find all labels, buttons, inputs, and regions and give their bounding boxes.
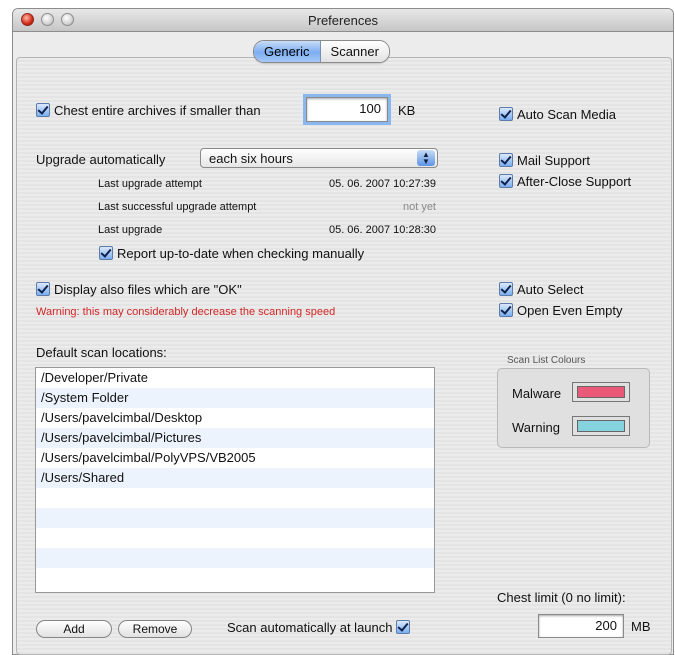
tab-bar: Generic Scanner [253, 40, 390, 63]
open-even-empty-label: Open Even Empty [517, 303, 623, 318]
tab-generic[interactable]: Generic [254, 41, 321, 62]
scan-list-colours-group [497, 368, 650, 448]
mail-support-checkbox[interactable] [499, 153, 513, 167]
colours-group-title: Scan List Colours [507, 355, 586, 366]
auto-scan-media-option[interactable]: Auto Scan Media [499, 107, 616, 122]
last-upgrade-label: Last upgrade [98, 224, 163, 236]
after-close-support-checkbox[interactable] [499, 174, 513, 188]
scan-at-launch-label: Scan automatically at launch [227, 620, 393, 635]
chest-limit-label: Chest limit (0 no limit): [497, 590, 626, 605]
display-ok-label: Display also files which are "OK" [54, 282, 242, 297]
popup-arrows-icon: ▲ ▼ [417, 150, 435, 166]
report-up-to-date-option[interactable]: Report up-to-date when checking manually [99, 246, 364, 261]
warning-color-fill [577, 420, 625, 432]
malware-color-well[interactable] [572, 382, 630, 402]
malware-color-label: Malware [512, 386, 562, 401]
chest-archives-checkbox[interactable] [36, 103, 50, 117]
list-item[interactable]: /Developer/Private [36, 368, 434, 388]
chest-limit-input[interactable]: 200 [538, 614, 624, 638]
report-up-to-date-checkbox[interactable] [99, 246, 113, 260]
remove-button[interactable]: Remove [118, 620, 192, 638]
empty-list-row[interactable] [36, 548, 434, 568]
scan-at-launch-checkbox[interactable] [396, 620, 411, 634]
last-upgrade-value: 05. 06. 2007 10:28:30 [328, 224, 436, 236]
upgrade-frequency-select[interactable]: each six hours ▲ ▼ [200, 148, 438, 168]
last-success-value: not yet [402, 201, 436, 213]
auto-scan-media-label: Auto Scan Media [517, 107, 617, 122]
empty-list-row[interactable] [36, 568, 434, 588]
malware-color-fill [577, 386, 625, 398]
after-close-support-option[interactable]: After-Close Support [499, 174, 631, 189]
speed-warning-text: Warning: this may considerably decrease … [36, 306, 336, 318]
upgrade-label: Upgrade automatically [36, 152, 166, 167]
add-button[interactable]: Add [36, 620, 112, 638]
auto-select-option[interactable]: Auto Select [499, 282, 584, 297]
list-item[interactable]: /Users/pavelcimbal/Pictures [36, 428, 434, 448]
mail-support-option[interactable]: Mail Support [499, 153, 590, 168]
display-ok-checkbox[interactable] [36, 282, 50, 296]
tab-scanner[interactable]: Scanner [320, 41, 389, 62]
empty-list-row[interactable] [36, 508, 434, 528]
auto-select-checkbox[interactable] [499, 282, 513, 296]
upgrade-frequency-value: each six hours [209, 151, 293, 166]
chest-limit-unit: MB [631, 619, 651, 634]
last-attempt-label: Last upgrade attempt [98, 178, 202, 190]
after-close-support-label: After-Close Support [517, 174, 632, 189]
scan-at-launch-option[interactable]: Scan automatically at launch [227, 620, 414, 635]
chest-archives-label: Chest entire archives if smaller than [54, 103, 261, 118]
scan-locations-list[interactable]: /Developer/Private/System Folder/Users/p… [35, 367, 435, 593]
archive-size-input[interactable]: 100 [306, 97, 388, 122]
window-title: Preferences [307, 13, 379, 28]
auto-select-label: Auto Select [517, 282, 584, 297]
empty-list-row[interactable] [36, 488, 434, 508]
locations-label: Default scan locations: [36, 345, 167, 360]
list-item[interactable]: /Users/Shared [36, 468, 434, 488]
open-even-empty-option[interactable]: Open Even Empty [499, 303, 623, 318]
empty-list-row[interactable] [36, 528, 434, 548]
report-up-to-date-label: Report up-to-date when checking manually [117, 246, 365, 261]
last-attempt-value: 05. 06. 2007 10:27:39 [328, 178, 436, 190]
warning-color-well[interactable] [572, 416, 630, 436]
auto-scan-media-checkbox[interactable] [499, 107, 513, 121]
mail-support-label: Mail Support [517, 153, 590, 168]
title-bar[interactable]: Preferences [13, 9, 673, 32]
archive-size-unit: KB [398, 103, 416, 118]
list-item[interactable]: /Users/pavelcimbal/Desktop [36, 408, 434, 428]
list-item[interactable]: /Users/pavelcimbal/PolyVPS/VB2005 [36, 448, 434, 468]
chest-archives-option[interactable]: Chest entire archives if smaller than [36, 103, 261, 118]
list-item[interactable]: /System Folder [36, 388, 434, 408]
last-success-label: Last successful upgrade attempt [98, 201, 257, 213]
open-even-empty-checkbox[interactable] [499, 303, 513, 317]
display-ok-option[interactable]: Display also files which are "OK" [36, 282, 242, 297]
warning-color-label: Warning [512, 420, 560, 435]
